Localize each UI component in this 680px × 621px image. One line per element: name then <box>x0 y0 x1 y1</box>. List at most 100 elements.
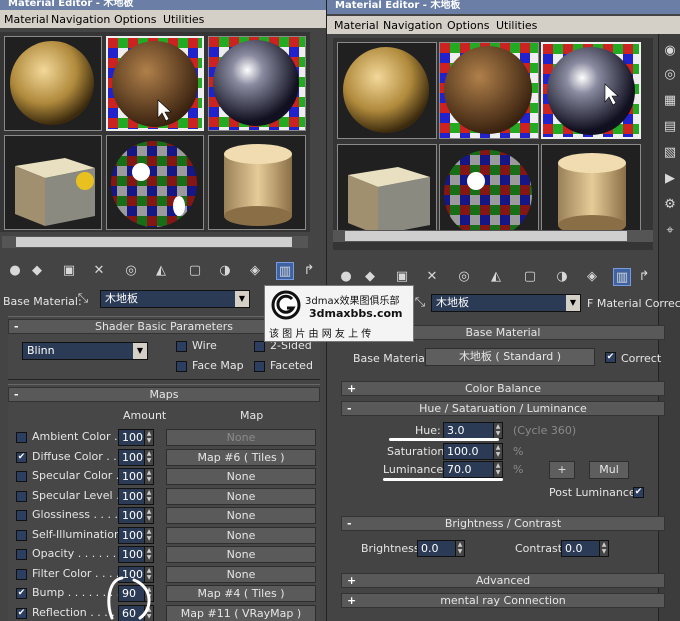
sample-slot-1[interactable] <box>4 36 102 131</box>
scrollbar-thumb[interactable] <box>345 231 627 241</box>
sample-slot-1[interactable] <box>337 42 437 139</box>
options-icon[interactable]: ⚙ <box>661 196 679 214</box>
uv-tiling-icon[interactable]: ▤ <box>661 118 679 136</box>
spinner-arrows-icon[interactable]: ▲ ▼ <box>599 541 608 556</box>
sample-slot-4[interactable] <box>4 135 102 230</box>
two-sided-checkbox[interactable] <box>254 341 265 352</box>
mental-ray-rollout-header[interactable]: + mental ray Connection <box>341 593 665 608</box>
sample-slot-6[interactable] <box>541 144 641 241</box>
menu-navigation[interactable]: Navigation <box>383 19 442 32</box>
luminance-spinner[interactable]: 70.0 ▲ ▼ <box>443 461 503 478</box>
scrollbar-thumb[interactable] <box>16 237 292 247</box>
map-slot-button[interactable]: None <box>166 566 316 583</box>
menu-options[interactable]: Options <box>114 13 156 26</box>
spinner-arrows-icon[interactable]: ▲ ▼ <box>144 528 153 543</box>
put-to-scene-icon[interactable]: ◆ <box>361 268 379 286</box>
shader-type-combo[interactable]: Blinn ▼ <box>22 342 148 360</box>
map-amount-spinner[interactable]: 100 ▲ ▼ <box>118 429 154 446</box>
advanced-rollout-header[interactable]: + Advanced <box>341 573 665 588</box>
sample-slot-3[interactable] <box>208 36 306 131</box>
sample-type-icon[interactable]: ◉ <box>661 42 679 60</box>
spinner-arrows-icon[interactable]: ▲ ▼ <box>455 541 464 556</box>
spinner-arrows-icon[interactable]: ▲ ▼ <box>144 508 153 523</box>
get-material-icon[interactable]: ● <box>337 268 355 286</box>
put-to-library-icon[interactable]: ◭ <box>152 262 170 280</box>
map-enable-checkbox[interactable] <box>16 491 27 502</box>
hue-spinner[interactable]: 3.0 ▲ ▼ <box>443 422 503 439</box>
material-name-combo-left[interactable]: 木地板 ▼ <box>100 290 250 308</box>
hsl-rollout-header[interactable]: - Hue / Sataruation / Luminance <box>341 401 665 416</box>
map-enable-checkbox[interactable] <box>16 510 27 521</box>
map-enable-checkbox[interactable]: ✔ <box>16 588 27 599</box>
sample-slot-2[interactable] <box>439 42 539 139</box>
map-slot-button[interactable]: Map #11 ( VRayMap ) <box>166 605 316 621</box>
select-by-material-icon[interactable]: ⌖ <box>661 222 679 240</box>
spinner-arrows-icon[interactable]: ▲ ▼ <box>493 423 502 438</box>
menu-navigation[interactable]: Navigation <box>51 13 110 26</box>
post-luminance-checkbox[interactable]: ✔ <box>633 487 644 498</box>
make-copy-icon[interactable]: ◎ <box>122 262 140 280</box>
material-name-combo-right[interactable]: 木地板 ▼ <box>431 294 581 312</box>
menu-utilities[interactable]: Utilities <box>496 19 537 32</box>
spinner-arrows-icon[interactable]: ▲ ▼ <box>493 444 502 459</box>
menu-material[interactable]: Material <box>334 19 379 32</box>
map-enable-checkbox[interactable] <box>16 471 27 482</box>
maps-rollout-header[interactable]: - Maps <box>8 387 320 402</box>
spinner-arrows-icon[interactable]: ▲ ▼ <box>144 489 153 504</box>
spinner-arrows-icon[interactable]: ▲ ▼ <box>493 462 502 477</box>
spinner-arrows-icon[interactable]: ▲ ▼ <box>144 469 153 484</box>
spinner-arrows-icon[interactable]: ▲ ▼ <box>144 430 153 445</box>
sample-slot-4[interactable] <box>337 144 437 241</box>
menu-material[interactable]: Material <box>4 13 49 26</box>
map-slot-button[interactable]: Map #6 ( Tiles ) <box>166 449 316 466</box>
plus-button[interactable]: + <box>549 461 575 479</box>
make-preview-icon[interactable]: ▶ <box>661 170 679 188</box>
sample-slot-2[interactable] <box>106 36 204 131</box>
contrast-spinner[interactable]: 0.0 ▲ ▼ <box>561 540 609 557</box>
map-slot-button[interactable]: None <box>166 429 316 446</box>
delete-icon[interactable]: ✕ <box>90 262 108 280</box>
correct-checkbox[interactable]: ✔ <box>605 352 616 363</box>
spinner-arrows-icon[interactable]: ▲ ▼ <box>144 547 153 562</box>
map-enable-checkbox[interactable] <box>16 432 27 443</box>
map-slot-button[interactable]: None <box>166 488 316 505</box>
material-effects-icon[interactable]: ▢ <box>186 262 204 280</box>
go-to-parent-icon[interactable]: ▥ <box>276 262 294 280</box>
brightness-contrast-rollout-header[interactable]: - Brightness / Contrast <box>341 516 665 531</box>
map-enable-checkbox[interactable] <box>16 530 27 541</box>
chevron-down-icon[interactable]: ▼ <box>566 295 580 311</box>
eyedropper-icon[interactable]: ⤡ <box>74 290 92 308</box>
go-forward-sibling-icon[interactable]: ↱ <box>635 268 653 286</box>
wire-checkbox[interactable] <box>176 341 187 352</box>
background-icon[interactable]: ▦ <box>661 92 679 110</box>
assign-material-icon[interactable]: ▣ <box>393 268 411 286</box>
base-material-button[interactable]: 木地板 ( Standard ) <box>425 348 595 366</box>
brightness-spinner[interactable]: 0.0 ▲ ▼ <box>417 540 465 557</box>
map-amount-spinner[interactable]: 100 ▲ ▼ <box>118 507 154 524</box>
faceted-checkbox[interactable] <box>254 361 265 372</box>
backlight-icon[interactable]: ◎ <box>661 66 679 84</box>
map-enable-checkbox[interactable]: ✔ <box>16 452 27 463</box>
show-map-icon[interactable]: ◑ <box>553 268 571 286</box>
make-copy-icon[interactable]: ◎ <box>455 268 473 286</box>
map-slot-button[interactable]: None <box>166 546 316 563</box>
menu-options[interactable]: Options <box>447 19 489 32</box>
map-slot-button[interactable]: None <box>166 507 316 524</box>
go-to-parent-icon[interactable]: ▥ <box>613 268 631 286</box>
map-slot-button[interactable]: None <box>166 468 316 485</box>
map-amount-spinner[interactable]: 100 ▲ ▼ <box>118 468 154 485</box>
show-end-result-icon[interactable]: ◈ <box>246 262 264 280</box>
material-effects-icon[interactable]: ▢ <box>521 268 539 286</box>
put-to-library-icon[interactable]: ◭ <box>487 268 505 286</box>
color-balance-rollout-header[interactable]: + Color Balance <box>341 381 665 396</box>
map-enable-checkbox[interactable] <box>16 549 27 560</box>
go-forward-sibling-icon[interactable]: ↱ <box>300 262 318 280</box>
slots-scrollbar-left[interactable] <box>2 236 308 248</box>
sample-slot-6[interactable] <box>208 135 306 230</box>
map-enable-checkbox[interactable]: ✔ <box>16 608 27 619</box>
map-amount-spinner[interactable]: 100 ▲ ▼ <box>118 546 154 563</box>
chevron-down-icon[interactable]: ▼ <box>235 291 249 307</box>
chevron-down-icon[interactable]: ▼ <box>133 343 147 359</box>
assign-material-icon[interactable]: ▣ <box>60 262 78 280</box>
sample-slot-5[interactable] <box>106 135 204 230</box>
